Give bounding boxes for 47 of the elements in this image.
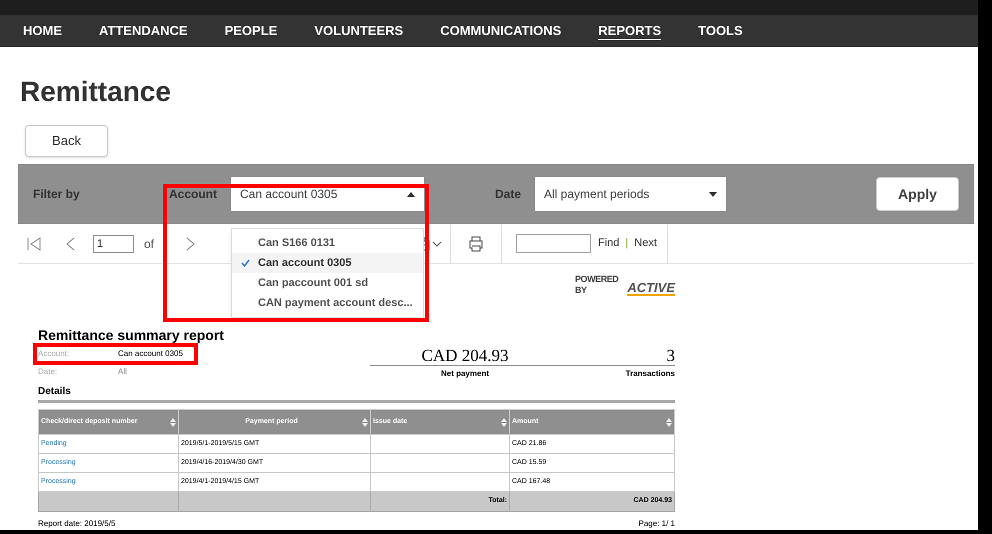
date-label: Date: (38, 366, 58, 378)
page-number: Page: 1/ 1 (638, 519, 675, 529)
sort-icon[interactable] (501, 418, 507, 426)
page-title: Remittance (20, 75, 172, 109)
nav-tab[interactable]: VOLUNTEERS (314, 23, 404, 39)
nav-tab[interactable]: REPORTS (598, 22, 662, 40)
filter-label: Filter by (33, 186, 81, 203)
report-date: Report date: 2019/5/5 (38, 519, 116, 529)
next-page-icon[interactable] (186, 236, 196, 250)
next-link[interactable]: Next (634, 235, 657, 252)
transactions-label: Transactions (624, 368, 675, 380)
back-button[interactable]: Back (25, 125, 108, 157)
print-icon[interactable] (468, 236, 484, 252)
nav-tab[interactable]: HOME (23, 23, 62, 39)
date-select[interactable]: All payment periods (535, 177, 726, 211)
report-title: Remittance summary report (38, 327, 224, 344)
account-value: Can account 0305 (118, 348, 183, 360)
nav-tab[interactable]: COMMUNICATIONS (440, 23, 562, 39)
date-label: Date (495, 186, 522, 203)
dropdown-option[interactable]: Can S166 0131 (232, 233, 423, 253)
details-heading: Details (38, 385, 72, 399)
find-link[interactable]: Find (598, 235, 620, 252)
nav-tab[interactable]: TOOLS (698, 23, 743, 39)
nav-tab[interactable]: PEOPLE (224, 23, 278, 39)
sort-icon[interactable] (362, 418, 368, 426)
date-value: All (118, 366, 127, 378)
dropdown-option[interactable]: Can account 0305 (232, 253, 423, 273)
account-label: Account: (38, 348, 70, 360)
sort-icon[interactable] (170, 418, 176, 426)
account-label: Account (169, 186, 218, 203)
transaction-count: 3 (666, 346, 675, 365)
caret-icon (709, 192, 717, 196)
nav-tab[interactable]: ATTENDANCE (99, 23, 188, 39)
separator: | (625, 236, 628, 252)
net-payment-amount: CAD 204.93 (420, 346, 510, 365)
sort-icon[interactable] (666, 418, 672, 426)
apply-button[interactable]: Apply (876, 177, 959, 211)
caret-icon (407, 192, 415, 196)
page-count-label: of (144, 236, 154, 252)
previous-page-icon[interactable] (65, 236, 75, 250)
net-payment-label: Net payment (440, 368, 490, 380)
check-icon (240, 259, 250, 267)
find-input[interactable] (516, 234, 592, 253)
page-input[interactable]: 1 (93, 234, 134, 252)
first-page-icon[interactable] (27, 236, 41, 250)
dropdown-option[interactable]: Can paccount 001 sd (232, 273, 423, 293)
dropdown-option[interactable]: CAN payment account desc... (232, 293, 423, 313)
